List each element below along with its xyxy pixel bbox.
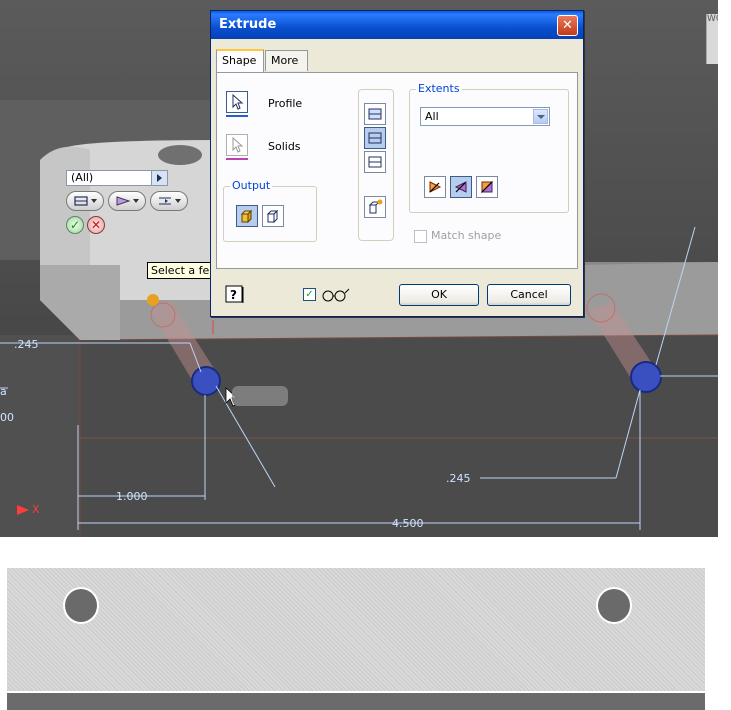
operation-group — [358, 89, 394, 241]
dialog-titlebar[interactable]: Extrude ✕ — [211, 11, 583, 39]
tab-shape[interactable]: Shape — [216, 49, 264, 72]
dimension-label-left[interactable]: .245 — [14, 338, 39, 351]
cancel-x-icon[interactable]: ✕ — [87, 216, 105, 234]
direction-1-button[interactable] — [424, 176, 446, 198]
direction-icon — [116, 196, 131, 206]
help-button[interactable]: ? — [224, 284, 246, 304]
preview-checkbox[interactable]: ✓ — [303, 288, 316, 301]
new-solid-icon — [368, 199, 383, 214]
chevron-down-icon[interactable] — [533, 109, 548, 124]
output-solid-button[interactable] — [236, 205, 258, 227]
profile-label: Profile — [268, 97, 303, 110]
chevron-down-icon — [133, 199, 139, 203]
match-shape-label: Match shape — [431, 229, 502, 242]
selection-filter-value: (All) — [71, 171, 94, 184]
hole-left — [63, 587, 99, 624]
cut-icon — [368, 132, 382, 144]
symmetric-icon — [480, 180, 494, 194]
output-surface-button[interactable] — [262, 205, 284, 227]
x-axis-arrow-icon — [17, 505, 29, 515]
close-icon[interactable]: ✕ — [557, 15, 578, 36]
surface-cube-icon — [266, 209, 279, 224]
viewcube[interactable]: WO — [706, 14, 718, 64]
dimension-label-4500[interactable]: 4.500 — [392, 517, 424, 530]
intersect-button[interactable] — [364, 151, 386, 173]
extents-select[interactable]: All — [420, 107, 550, 126]
viewcube-label: WO — [707, 14, 718, 24]
direction-reverse-icon — [454, 181, 467, 193]
dimension-label-right[interactable]: .245 — [446, 472, 471, 485]
dimension-label-1000[interactable]: 1.000 — [116, 490, 148, 503]
profile-select-button[interactable] — [226, 91, 248, 113]
extrude-dialog: Extrude ✕ Shape More Profile Solids Outp… — [210, 10, 584, 317]
solids-select-button[interactable] — [226, 134, 248, 156]
x-axis-indicator: X — [17, 503, 40, 516]
operation-icon — [159, 197, 171, 205]
hole-right — [596, 587, 632, 624]
solid-cube-icon — [240, 209, 253, 224]
join-button[interactable] — [364, 103, 386, 125]
direction-forward-icon — [429, 181, 442, 193]
apply-check-icon[interactable]: ✓ — [66, 216, 84, 234]
glasses-icon — [322, 288, 350, 302]
chevron-down-icon — [175, 199, 181, 203]
extrude-distance-icon — [74, 196, 88, 206]
symmetric-button[interactable] — [476, 176, 498, 198]
output-group-title: Output — [230, 179, 273, 192]
chevron-down-icon — [91, 199, 97, 203]
drawing-lower-band — [7, 693, 705, 710]
mini-operation-button[interactable] — [150, 191, 188, 211]
drawing-section-view[interactable] — [7, 568, 705, 692]
intersect-icon — [368, 156, 382, 168]
combo-arrow-icon[interactable] — [151, 171, 167, 185]
svg-text:?: ? — [230, 288, 237, 302]
dialog-title: Extrude — [219, 17, 277, 32]
cursor-arrow-icon — [232, 137, 244, 153]
mini-direction-button[interactable] — [108, 191, 146, 211]
cursor-arrow-icon — [232, 94, 244, 110]
join-icon — [368, 108, 382, 120]
selection-filter-combo[interactable]: (All) — [66, 170, 168, 186]
dimension-label-edge-a: a — [0, 385, 7, 398]
mini-toolbar: (All) ✓ ✕ — [66, 170, 188, 234]
new-solid-button[interactable] — [364, 196, 386, 218]
extents-group: Extents All — [409, 82, 569, 213]
cut-button[interactable] — [364, 127, 386, 149]
x-axis-label: X — [32, 503, 40, 516]
tab-more[interactable]: More — [265, 50, 308, 71]
shape-tab-panel: Profile Solids Output Extents All Match … — [216, 72, 578, 269]
output-group: Output — [223, 179, 317, 242]
help-icon: ? — [225, 285, 244, 303]
direction-2-button[interactable] — [450, 176, 472, 198]
match-shape-checkbox[interactable] — [414, 230, 427, 243]
extents-group-title: Extents — [416, 82, 462, 95]
mini-extents-button[interactable] — [66, 191, 104, 211]
ok-button[interactable]: OK — [399, 284, 479, 306]
dimension-label-edge-b: 00 — [0, 411, 14, 424]
cancel-button[interactable]: Cancel — [487, 284, 571, 306]
extents-select-value: All — [425, 110, 439, 123]
solids-label: Solids — [268, 140, 301, 153]
